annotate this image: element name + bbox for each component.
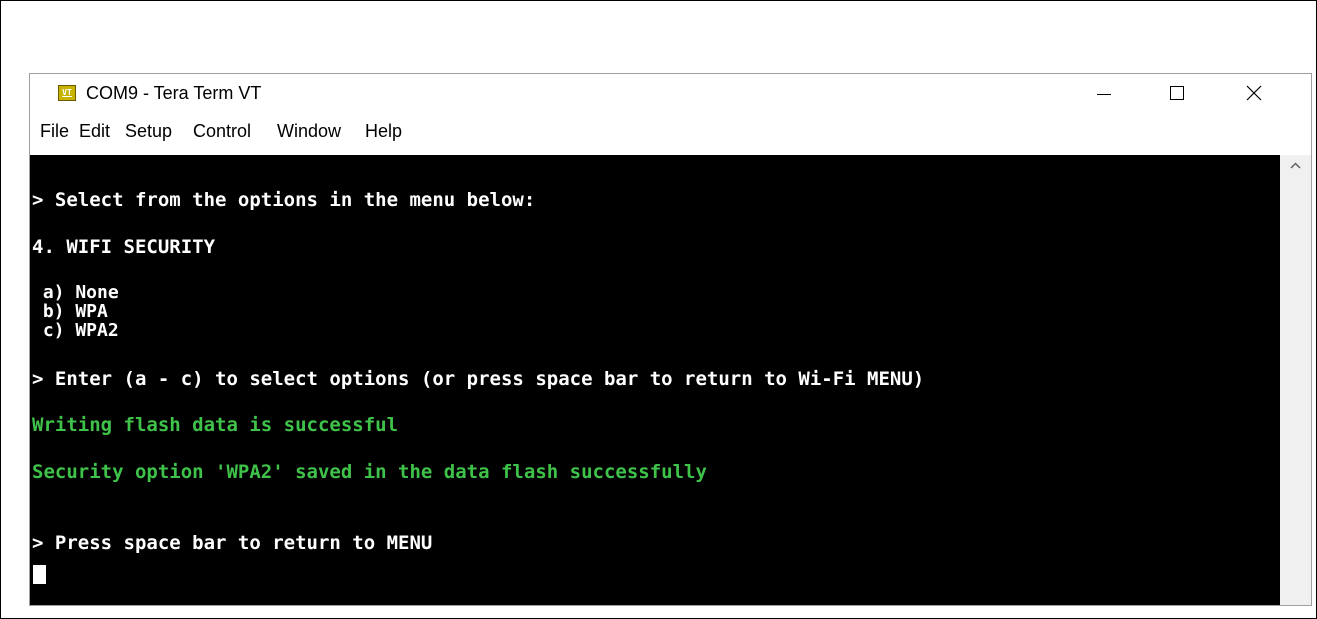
- terminal-line-menu-heading: 4. WIFI SECURITY: [32, 236, 216, 258]
- menu-bar: File Edit Setup Control Window Help: [30, 114, 1311, 150]
- tera-term-window: VT COM9 - Tera Term VT File Edit Setup C…: [29, 73, 1312, 606]
- terminal-line-option-c: c) WPA2: [32, 320, 119, 341]
- terminal-line-option-b: b) WPA: [32, 301, 108, 322]
- minimize-icon: [1097, 94, 1111, 95]
- screenshot-frame: VT COM9 - Tera Term VT File Edit Setup C…: [0, 0, 1317, 619]
- maximize-icon: [1170, 86, 1184, 100]
- minimize-button[interactable]: [1077, 74, 1129, 112]
- close-button[interactable]: [1228, 74, 1280, 112]
- vertical-scrollbar[interactable]: [1280, 155, 1311, 605]
- menu-file[interactable]: File: [40, 121, 69, 142]
- menu-edit[interactable]: Edit: [79, 121, 110, 142]
- title-bar[interactable]: VT COM9 - Tera Term VT: [30, 74, 1311, 114]
- terminal-line-option-a: a) None: [32, 282, 119, 303]
- terminal-screen[interactable]: > Select from the options in the menu be…: [30, 155, 1280, 605]
- window-title: COM9 - Tera Term VT: [86, 83, 262, 103]
- terminal-line-save-status: Security option 'WPA2' saved in the data…: [32, 461, 707, 483]
- terminal-line-return-prompt: > Press space bar to return to MENU: [32, 532, 433, 554]
- menu-window[interactable]: Window: [277, 121, 341, 142]
- menu-control[interactable]: Control: [193, 121, 251, 142]
- terminal-line-enter-prompt: > Enter (a - c) to select options (or pr…: [32, 368, 925, 390]
- tera-term-app-icon[interactable]: VT: [58, 85, 76, 101]
- terminal-cursor: [33, 565, 46, 584]
- menu-help[interactable]: Help: [365, 121, 402, 142]
- terminal-line-select-prompt: > Select from the options in the menu be…: [32, 189, 536, 211]
- scroll-up-arrow-icon[interactable]: [1280, 155, 1311, 177]
- close-icon: [1246, 85, 1262, 101]
- terminal-line-write-status: Writing flash data is successful: [32, 414, 399, 436]
- menu-setup[interactable]: Setup: [125, 121, 172, 142]
- maximize-button[interactable]: [1151, 74, 1203, 112]
